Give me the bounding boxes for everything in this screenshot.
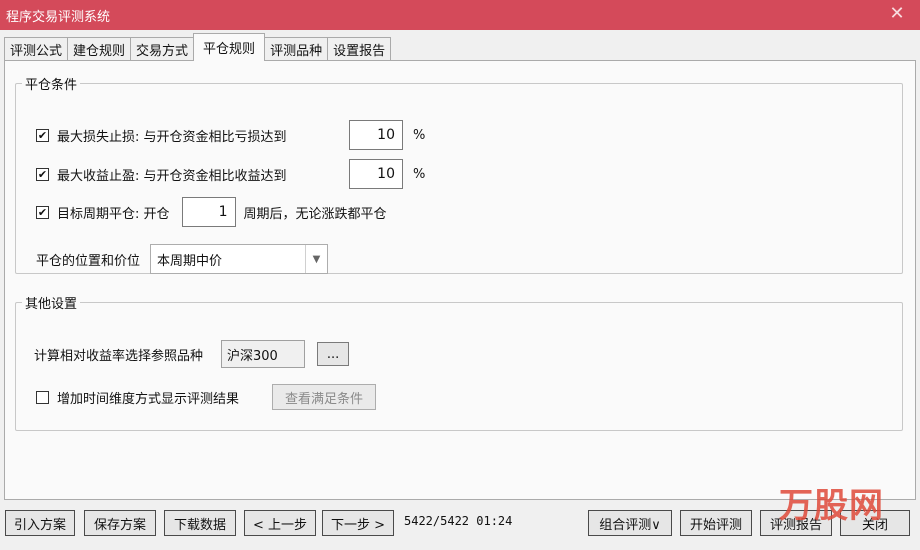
max-profit-row: ✔ 最大收益止盈: 与开仓资金相比收益达到 <box>36 160 287 188</box>
close-icon[interactable]: ✕ <box>886 3 908 25</box>
close-position-value: 本周期中价 <box>157 253 223 269</box>
target-period-checkbox[interactable]: ✔ <box>36 205 49 219</box>
next-step-button[interactable]: 下一步 > <box>322 510 394 536</box>
time-dimension-label: 增加时间维度方式显示评测结果 <box>57 391 240 407</box>
max-loss-input[interactable]: 10 <box>349 120 403 150</box>
tab-panel: 平仓条件 ✔ 最大损失止损: 与开仓资金相比亏损达到 10 % ✔ 最大收益止盈… <box>4 60 916 500</box>
tab-open-rules[interactable]: 建仓规则 <box>67 37 132 61</box>
target-period-input[interactable]: 1 <box>181 197 236 227</box>
close-position-row: 平仓的位置和价位 本周期中价 ▼ <box>36 243 329 275</box>
tab-report-settings[interactable]: 设置报告 <box>327 37 392 61</box>
reference-field[interactable]: 沪深300 <box>221 340 306 368</box>
tab-instruments[interactable]: 评测品种 <box>264 37 329 61</box>
target-period-suffix: 周期后，无论涨跌都平仓 <box>243 206 387 222</box>
window-title: 程序交易评测系统 <box>6 9 111 25</box>
start-eval-button[interactable]: 开始评测 <box>680 510 752 536</box>
reference-label: 计算相对收益率选择参照品种 <box>34 348 204 364</box>
download-data-button[interactable]: 下载数据 <box>164 510 236 536</box>
tab-formula[interactable]: 评测公式 <box>4 37 69 61</box>
import-plan-button[interactable]: 引入方案 <box>5 510 75 536</box>
reference-row: 计算相对收益率选择参照品种 沪深300 ... <box>34 339 350 369</box>
view-conditions-button[interactable]: 查看满足条件 <box>272 384 377 410</box>
max-loss-row: ✔ 最大损失止损: 与开仓资金相比亏损达到 <box>36 121 287 149</box>
max-loss-checkbox[interactable]: ✔ <box>36 128 49 142</box>
max-profit-checkbox[interactable]: ✔ <box>36 167 49 181</box>
close-conditions-legend: 平仓条件 <box>25 78 78 93</box>
time-dimension-checkbox[interactable] <box>36 390 49 404</box>
chevron-down-icon[interactable]: ▼ <box>305 245 327 273</box>
tab-trade-mode[interactable]: 交易方式 <box>130 37 195 61</box>
max-profit-value-row: 10 % <box>349 159 425 189</box>
tab-close-rules[interactable]: 平仓规则 <box>193 33 266 61</box>
other-settings-legend: 其他设置 <box>25 297 78 312</box>
close-position-select[interactable]: 本周期中价 ▼ <box>150 244 329 274</box>
target-period-label: 目标周期平仓: 开仓 <box>57 206 170 222</box>
title-bar: 程序交易评测系统 ✕ <box>0 0 920 30</box>
browse-button[interactable]: ... <box>317 342 350 366</box>
tab-strip: 评测公式 建仓规则 交易方式 平仓规则 评测品种 设置报告 <box>4 33 392 61</box>
max-loss-label: 最大损失止损: 与开仓资金相比亏损达到 <box>57 129 287 145</box>
combo-eval-button[interactable]: 组合评测∨ <box>588 510 672 536</box>
close-conditions-group: 平仓条件 ✔ 最大损失止损: 与开仓资金相比亏损达到 10 % ✔ 最大收益止盈… <box>15 74 903 274</box>
max-profit-input[interactable]: 10 <box>349 159 403 189</box>
max-profit-unit: % <box>413 166 426 182</box>
prev-step-button[interactable]: < 上一步 <box>244 510 316 536</box>
status-text: 5422/5422 01:24 <box>404 514 513 528</box>
watermark-logo: 万股网 <box>779 486 884 526</box>
target-period-row: ✔ 目标周期平仓: 开仓 1 周期后，无论涨跌都平仓 <box>36 197 387 227</box>
close-position-label: 平仓的位置和价位 <box>36 253 141 269</box>
max-loss-value-row: 10 % <box>349 120 425 150</box>
other-settings-group: 其他设置 计算相对收益率选择参照品种 沪深300 ... 增加时间维度方式显示评… <box>15 293 903 431</box>
max-profit-label: 最大收益止盈: 与开仓资金相比收益达到 <box>57 168 287 184</box>
save-plan-button[interactable]: 保存方案 <box>84 510 156 536</box>
time-dimension-row: 增加时间维度方式显示评测结果 查看满足条件 <box>36 382 377 412</box>
max-loss-unit: % <box>413 127 426 143</box>
